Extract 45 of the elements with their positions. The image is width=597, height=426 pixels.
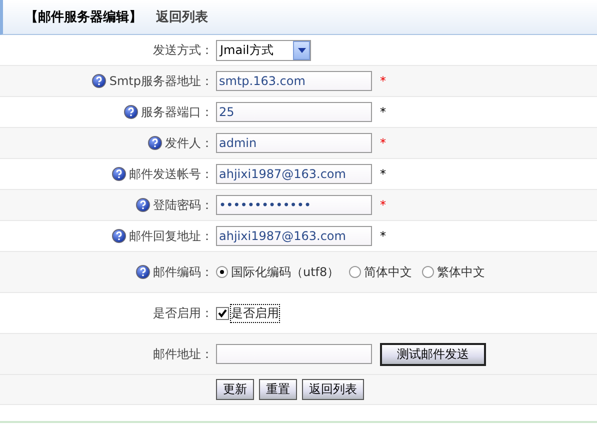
form-button[interactable]: 返回列表 (302, 379, 364, 400)
help-icon[interactable] (92, 74, 106, 88)
send-method-select[interactable]: Jmail方式 (216, 40, 311, 60)
help-icon[interactable] (136, 265, 150, 279)
required-mark: * (380, 136, 386, 150)
field-label: 是否启用： (153, 304, 213, 322)
help-icon[interactable] (124, 105, 138, 119)
field-label: Smtp服务器地址： (109, 72, 213, 90)
radio-label: 国际化编码（utf8） (231, 264, 340, 280)
help-icon[interactable] (112, 229, 126, 243)
test-send-button[interactable]: 测试邮件发送 (380, 342, 486, 366)
page-title: 【邮件服务器编辑】 (25, 8, 142, 26)
field-label: 邮件地址： (153, 346, 213, 362)
radio-button[interactable] (216, 266, 228, 278)
radio-label: 简体中文 (364, 264, 412, 280)
field-label: 服务器端口： (141, 104, 213, 120)
input-field[interactable]: smtp.163.com (216, 71, 372, 91)
help-icon[interactable] (148, 136, 162, 150)
required-mark: * (380, 198, 386, 212)
radio-button[interactable] (349, 266, 362, 278)
input-field[interactable]: ahjixi1987@163.com (216, 226, 372, 246)
radio-label: 繁体中文 (437, 264, 486, 280)
help-icon[interactable] (112, 167, 126, 181)
field-label: 邮件发送帐号： (129, 166, 213, 182)
required-mark: * (380, 229, 386, 243)
field-label: 发件人： (165, 134, 213, 152)
input-field[interactable]: ••••••••••••• (216, 195, 372, 215)
required-mark: * (380, 74, 386, 88)
checkbox-label: 是否启用 (231, 304, 279, 322)
input-field[interactable]: 25 (216, 102, 372, 122)
back-to-list-link[interactable]: 返回列表 (156, 8, 208, 26)
input-field[interactable] (216, 344, 372, 364)
field-label: 发送方式： (153, 42, 213, 58)
help-icon[interactable] (136, 198, 150, 212)
required-mark: * (380, 105, 386, 119)
checkbox[interactable] (216, 306, 229, 320)
field-label: 邮件编码： (153, 264, 213, 280)
form-button[interactable]: 更新 (216, 379, 254, 400)
field-label: 邮件回复地址： (129, 228, 213, 244)
radio-button[interactable] (422, 266, 434, 278)
input-field[interactable]: admin (216, 133, 372, 153)
input-field[interactable]: ahjixi1987@163.com (216, 164, 372, 184)
form-button[interactable]: 重置 (259, 379, 297, 400)
required-mark: * (380, 167, 386, 181)
field-label: 登陆密码： (153, 196, 213, 214)
